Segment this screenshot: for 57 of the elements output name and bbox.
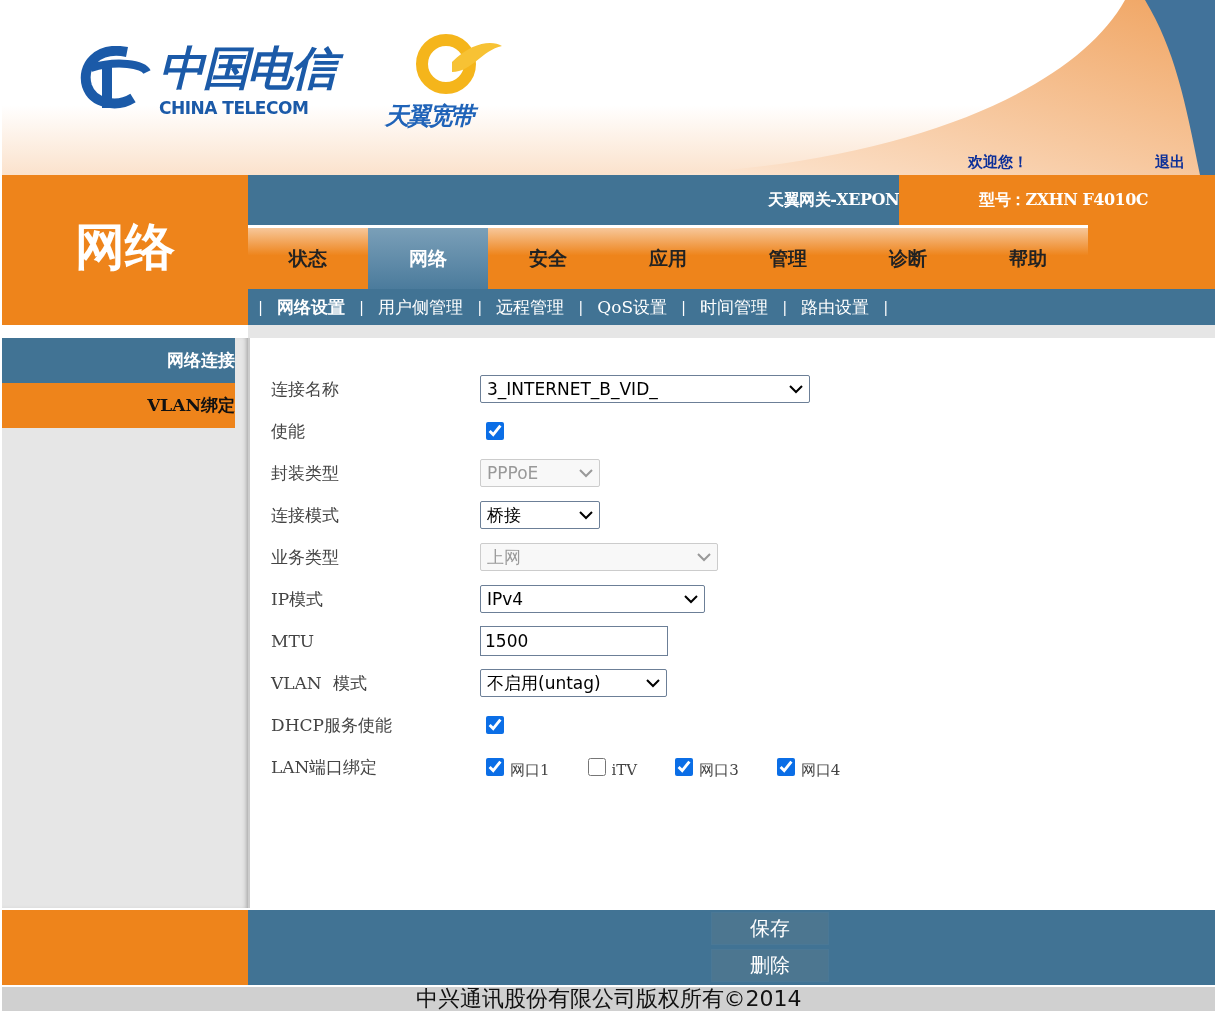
sidebar-item[interactable]: VLAN绑定 (2, 383, 235, 428)
field-label: 封装类型 (271, 461, 340, 485)
checkbox[interactable] (486, 422, 504, 440)
dropdown[interactable]: 3_INTERNET_B_VID_ (480, 375, 810, 403)
chevron-icon (789, 384, 803, 394)
checkbox-label: iTV (611, 761, 638, 779)
field-label: VLAN 模式 (271, 671, 368, 695)
field-label: LAN端口绑定 (271, 755, 379, 779)
field-label: IP模式 (271, 587, 325, 611)
copyright-text: 中兴通讯股份有限公司版权所有©2014 (415, 987, 802, 1011)
checkbox[interactable] (776, 758, 795, 776)
action-button[interactable]: 保存 (710, 912, 829, 945)
subnav-link[interactable]: 网络设置 (273, 295, 350, 319)
logo-text: CHINA TELECOM (159, 97, 310, 118)
logout-link[interactable]: 退出 (1155, 153, 1185, 172)
model-text: 型号：ZXHN F4010C (979, 189, 1149, 211)
separator: | (680, 298, 688, 316)
field-label: 业务类型 (271, 545, 340, 569)
action-button[interactable]: 删除 (710, 949, 829, 982)
chevron-icon (579, 510, 593, 520)
sidebar-item[interactable]: 网络连接 (2, 338, 235, 383)
logo-text: 中国电信 (159, 40, 345, 98)
field-label: 连接名称 (271, 377, 340, 401)
subnav-link[interactable]: 时间管理 (696, 295, 773, 319)
separator: | (882, 298, 890, 316)
chevron-icon (697, 552, 711, 562)
nav-tab[interactable]: 网络 (368, 225, 488, 289)
subnav-link[interactable]: QoS设置 (593, 295, 672, 319)
subnav-link[interactable]: 用户侧管理 (374, 295, 468, 319)
dropdown[interactable]: 不启用(untag) (480, 669, 667, 697)
subnav-link[interactable]: 路由设置 (797, 295, 874, 319)
field-label: MTU (271, 631, 316, 651)
separator: | (358, 298, 366, 316)
checkbox[interactable] (675, 758, 694, 776)
chevron-icon (646, 678, 660, 688)
dropdown[interactable]: IPv4 (480, 585, 705, 613)
input-field[interactable]: 1500 (480, 626, 668, 656)
checkbox[interactable] (486, 758, 504, 776)
field-label: 使能 (271, 419, 306, 443)
checkbox[interactable] (486, 716, 504, 734)
checkbox[interactable] (587, 758, 606, 776)
separator: | (476, 298, 484, 316)
checkbox-label: 网口1 (510, 760, 550, 780)
dropdown[interactable]: 桥接 (480, 501, 600, 529)
section-title: 网络 (75, 217, 175, 277)
separator: | (257, 298, 265, 316)
subnav-link[interactable]: 远程管理 (492, 295, 569, 319)
field-label: 连接模式 (271, 503, 340, 527)
welcome-text: 欢迎您！ (968, 153, 1028, 172)
chevron-icon (579, 468, 593, 478)
separator: | (781, 298, 789, 316)
chevron-icon (684, 594, 698, 604)
separator: | (577, 298, 585, 316)
field-label: DHCP服务使能 (271, 713, 393, 737)
checkbox-label: 网口3 (699, 760, 739, 780)
gateway-name: 天翼网关-XEPON (768, 189, 899, 211)
checkbox-label: 网口4 (800, 760, 841, 780)
